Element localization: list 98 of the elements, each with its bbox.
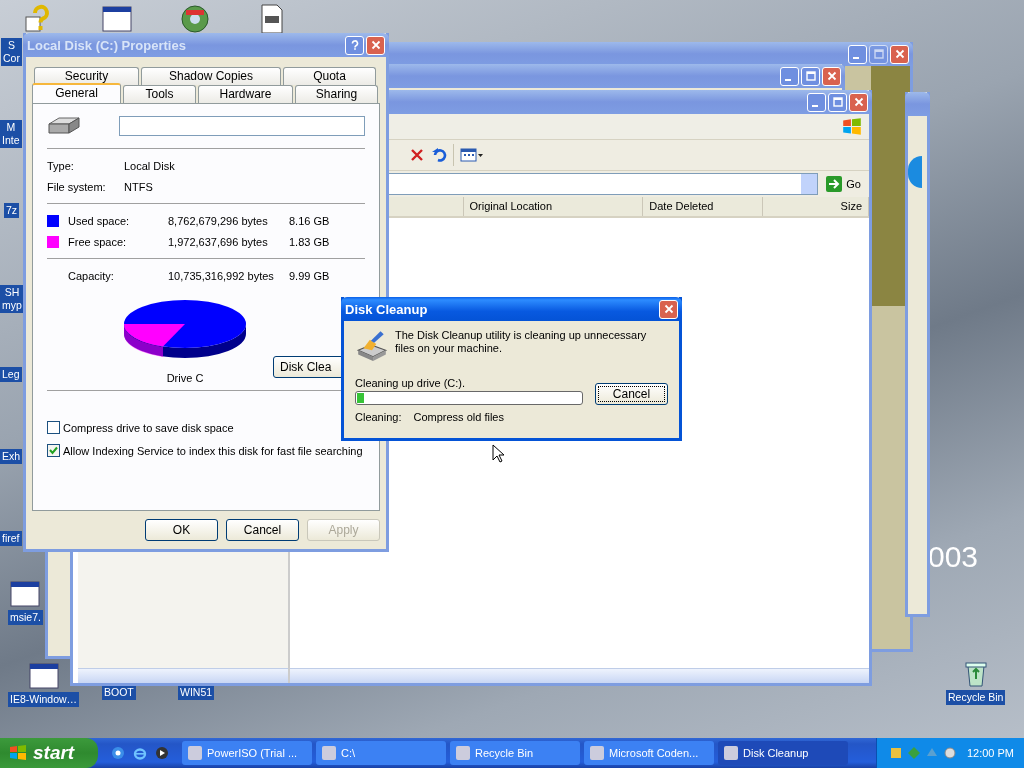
minimize-icon bbox=[811, 105, 818, 107]
start-button[interactable]: start bbox=[0, 738, 98, 768]
tab[interactable]: Security bbox=[34, 67, 139, 85]
desktop-icon-label[interactable]: firef bbox=[0, 531, 22, 546]
app-icon bbox=[590, 746, 604, 760]
views-icon[interactable] bbox=[460, 147, 484, 163]
media-player-icon[interactable] bbox=[154, 745, 170, 761]
taskbar-button[interactable]: Recycle Bin bbox=[450, 741, 580, 765]
column-header[interactable]: Size bbox=[763, 197, 869, 216]
column-header[interactable]: Original Location bbox=[463, 197, 644, 216]
tray-icon[interactable] bbox=[942, 746, 957, 760]
field-label: File system: bbox=[47, 180, 107, 193]
minimize-icon bbox=[784, 79, 791, 81]
checkbox[interactable] bbox=[47, 444, 60, 457]
help-icon bbox=[349, 40, 360, 50]
byte-count: 10,735,316,992 bytes bbox=[168, 269, 275, 282]
progress-label: Cleaning up drive (C:). bbox=[355, 377, 467, 389]
size-value: 8.16 GB bbox=[289, 214, 331, 227]
window-title: Disk Cleanup bbox=[345, 301, 429, 317]
field-value: Local Disk bbox=[124, 159, 176, 172]
desktop-icon-label[interactable]: Recycle Bin bbox=[946, 690, 1006, 705]
taskbar-button[interactable]: PowerISO (Trial ... bbox=[182, 741, 312, 765]
close-icon bbox=[826, 71, 837, 81]
taskbar-button[interactable]: Disk Cleanup bbox=[718, 741, 848, 765]
dialog-button[interactable]: Cancel bbox=[226, 519, 299, 541]
minimize-icon bbox=[852, 57, 859, 59]
delete-icon[interactable] bbox=[409, 147, 425, 163]
undo-icon[interactable] bbox=[431, 147, 447, 163]
dialog-message: The Disk Cleanup utility is cleaning up unnecessary files on your machine. bbox=[395, 329, 648, 356]
go-arrow-icon bbox=[826, 176, 843, 192]
desktop-icon-label[interactable]: Exh bbox=[0, 449, 23, 464]
window-icon[interactable] bbox=[101, 3, 133, 35]
app-icon bbox=[456, 746, 470, 760]
byte-count: 1,972,637,696 bytes bbox=[168, 235, 269, 248]
app-icon bbox=[188, 746, 202, 760]
byte-count: 8,762,679,296 bytes bbox=[168, 214, 269, 227]
app-icon bbox=[724, 746, 738, 760]
tab[interactable]: General bbox=[32, 83, 121, 103]
clock: 12:00 PM bbox=[966, 747, 1014, 759]
go-button[interactable]: Go bbox=[822, 176, 865, 192]
window-icon[interactable] bbox=[27, 660, 60, 692]
field-label: Used space: bbox=[68, 214, 131, 227]
field-label: Free space: bbox=[68, 235, 128, 248]
drive-name-field[interactable] bbox=[119, 116, 365, 136]
checkbox-label[interactable]: Compress drive to save disk space bbox=[63, 421, 234, 434]
wallpaper-text: 003 bbox=[928, 540, 979, 574]
maximize-icon bbox=[873, 49, 884, 59]
drive-label: Drive C bbox=[166, 372, 204, 384]
tab[interactable]: Hardware bbox=[198, 85, 293, 103]
field-label: Type: bbox=[47, 159, 75, 172]
cancel-button[interactable]: Cancel bbox=[595, 383, 668, 405]
status-value: Compress old files bbox=[413, 411, 504, 423]
hard-drive-icon bbox=[47, 116, 81, 136]
dropdown-button[interactable] bbox=[801, 174, 818, 194]
field-label: Capacity: bbox=[68, 269, 115, 282]
status-label: Cleaning: bbox=[355, 411, 402, 423]
tab[interactable]: Tools bbox=[123, 85, 196, 103]
desktop-icon-label[interactable]: S Cor bbox=[1, 38, 22, 66]
size-value: 1.83 GB bbox=[289, 235, 331, 248]
taskbar-button[interactable]: Microsoft Coden... bbox=[584, 741, 714, 765]
window-icon[interactable] bbox=[9, 578, 42, 610]
size-value: 9.99 GB bbox=[289, 269, 331, 282]
checkbox-label[interactable]: Allow Indexing Service to index this disk for fast file searching bbox=[63, 444, 363, 457]
column-header[interactable]: Date Deleted bbox=[643, 197, 764, 216]
tab[interactable]: Quota bbox=[283, 67, 376, 85]
window-title: Local Disk (C:) Properties bbox=[27, 37, 187, 53]
browser-icon[interactable] bbox=[132, 745, 148, 761]
tab[interactable]: Sharing bbox=[295, 85, 378, 103]
windows-flag-icon bbox=[841, 116, 863, 137]
maximize-icon bbox=[832, 97, 843, 107]
globe-disc-icon[interactable] bbox=[179, 3, 211, 35]
mouse-cursor-icon bbox=[492, 444, 504, 463]
close-icon bbox=[853, 97, 864, 107]
app-icon bbox=[322, 746, 336, 760]
scrollbar[interactable] bbox=[78, 668, 288, 683]
checkbox[interactable] bbox=[47, 421, 60, 434]
windows-flag-icon bbox=[8, 744, 28, 762]
close-icon bbox=[370, 40, 381, 50]
help-button[interactable] bbox=[345, 35, 364, 55]
close-icon bbox=[894, 49, 905, 59]
desktop-icon-label[interactable]: M Inte bbox=[0, 120, 22, 148]
disk-cleanup-icon bbox=[355, 329, 389, 363]
dialog-button[interactable]: OK bbox=[145, 519, 218, 541]
desktop-icon-label[interactable]: IE8-Window… bbox=[8, 692, 80, 707]
desktop-icon-label[interactable]: Leg bbox=[0, 367, 22, 382]
scrollbar[interactable] bbox=[290, 668, 869, 683]
tray-icon[interactable] bbox=[888, 746, 903, 760]
tab[interactable]: Shadow Copies bbox=[141, 67, 281, 85]
desktop-icon-label[interactable]: msie7. bbox=[8, 610, 43, 625]
desktop-icon-label[interactable]: SH myp bbox=[0, 285, 24, 313]
title-bar bbox=[905, 92, 930, 116]
desktop-icon-label[interactable]: 7z bbox=[4, 203, 20, 218]
maximize-icon bbox=[805, 71, 816, 81]
close-button[interactable] bbox=[366, 35, 385, 55]
close-icon bbox=[663, 304, 674, 314]
taskbar-button[interactable]: C:\ bbox=[316, 741, 446, 765]
field-value: NTFS bbox=[124, 180, 154, 193]
close-button[interactable] bbox=[659, 299, 678, 319]
